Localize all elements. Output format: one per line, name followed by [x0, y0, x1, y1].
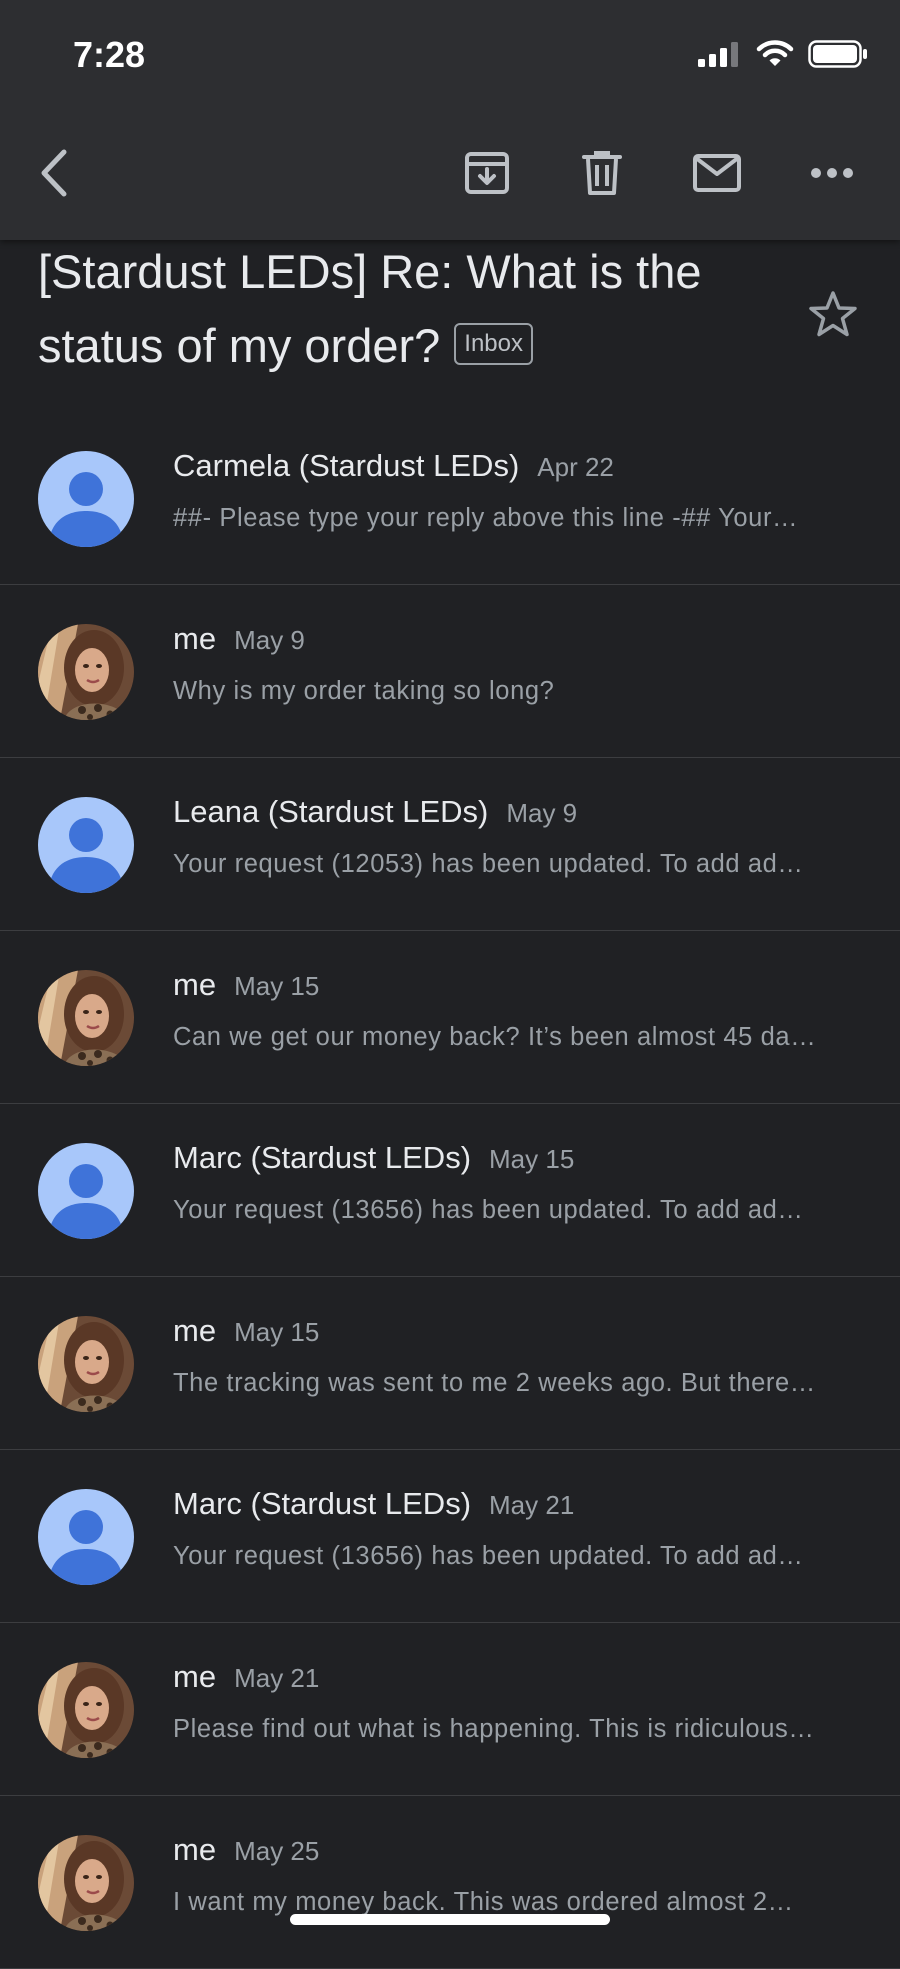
- wifi-icon: [756, 40, 794, 66]
- message-snippet: The tracking was sent to me 2 weeks ago.…: [173, 1369, 816, 1397]
- status-icons: [698, 40, 868, 68]
- default-avatar-icon: [38, 451, 134, 547]
- user-avatar: [38, 624, 134, 720]
- inbox-label-chip[interactable]: Inbox: [454, 322, 533, 365]
- message-snippet: Your request (13656) has been updated. T…: [173, 1542, 804, 1570]
- message-snippet: Your request (13656) has been updated. T…: [173, 1196, 804, 1224]
- message-snippet: Please find out what is happening. This …: [173, 1715, 815, 1743]
- message-item[interactable]: Marc (Stardust LEDs) May 21 Your request (…: [0, 1450, 900, 1623]
- message-header: Marc (Stardust LEDs) May 15: [173, 1140, 574, 1176]
- star-icon: [809, 291, 857, 337]
- default-avatar-icon: [38, 1143, 134, 1239]
- top-app-bar: 7:28: [0, 0, 900, 240]
- subject-line-1: [Stardust LEDs] Re: What is the: [38, 245, 702, 298]
- message-date: May 15: [234, 1317, 320, 1347]
- message-header: me May 15: [173, 1313, 319, 1349]
- message-date: May 9: [234, 625, 305, 655]
- back-button[interactable]: [24, 148, 84, 198]
- message-item[interactable]: me May 21 Please find out what is happenin…: [0, 1623, 900, 1796]
- message-date: May 25: [234, 1836, 320, 1866]
- message-date: Apr 22: [537, 452, 614, 482]
- message-date: May 21: [234, 1663, 320, 1693]
- more-options-button[interactable]: [802, 148, 862, 198]
- sender-name: me: [173, 967, 217, 1002]
- sender-name: Carmela (Stardust LEDs): [173, 448, 520, 483]
- sender-name: me: [173, 1832, 217, 1867]
- message-item[interactable]: me May 25 I want my money back. This was o…: [0, 1796, 900, 1969]
- trash-icon: [582, 151, 622, 195]
- message-header: me May 21: [173, 1659, 319, 1695]
- email-subject: [Stardust LEDs] Re: What is the status o…: [38, 235, 798, 383]
- star-button[interactable]: [808, 290, 858, 343]
- message-header: Marc (Stardust LEDs) May 21: [173, 1486, 574, 1522]
- message-snippet: ##- Please type your reply above this li…: [173, 504, 799, 532]
- sender-name: Marc (Stardust LEDs): [173, 1486, 472, 1521]
- mark-unread-button[interactable]: [687, 148, 747, 198]
- message-item[interactable]: Carmela (Stardust LEDs) Apr 22 ##- Please …: [0, 412, 900, 585]
- message-snippet: Can we get our money back? It’s been alm…: [173, 1023, 817, 1051]
- sender-name: Leana (Stardust LEDs): [173, 794, 489, 829]
- message-snippet: Why is my order taking so long?: [173, 677, 555, 705]
- archive-button[interactable]: [457, 148, 517, 198]
- subject-line-2: status of my order? Inbox: [38, 309, 798, 383]
- message-thread: Carmela (Stardust LEDs) Apr 22 ##- Please …: [0, 412, 900, 1969]
- message-item[interactable]: me May 15 Can we get our money back? It’s …: [0, 931, 900, 1104]
- user-avatar: [38, 970, 134, 1066]
- message-item[interactable]: me May 15 The tracking was sent to me 2 we…: [0, 1277, 900, 1450]
- status-time: 7:28: [73, 34, 146, 75]
- sender-name: me: [173, 1659, 217, 1694]
- battery-icon: [808, 40, 867, 68]
- message-header: me May 25: [173, 1832, 319, 1868]
- message-snippet: Your request (12053) has been updated. T…: [173, 850, 804, 878]
- message-header: me May 9: [173, 621, 305, 657]
- archive-icon: [465, 152, 509, 194]
- more-horizontal-icon: [811, 168, 853, 178]
- chevron-left-icon: [41, 149, 67, 197]
- sender-name: me: [173, 621, 217, 656]
- message-date: May 9: [506, 798, 578, 828]
- home-indicator[interactable]: [290, 1914, 610, 1925]
- default-avatar-icon: [38, 1489, 134, 1585]
- delete-button[interactable]: [572, 148, 632, 198]
- subject-line-2-text: status of my order?: [38, 319, 441, 372]
- user-avatar: [38, 1835, 134, 1931]
- sender-name: me: [173, 1313, 217, 1348]
- message-date: May 15: [234, 971, 320, 1001]
- message-header: Leana (Stardust LEDs) May 9: [173, 794, 577, 830]
- mail-icon: [693, 154, 741, 192]
- sender-name: Marc (Stardust LEDs): [173, 1140, 472, 1175]
- default-avatar-icon: [38, 797, 134, 893]
- user-avatar: [38, 1662, 134, 1758]
- message-item[interactable]: Marc (Stardust LEDs) May 15 Your request (…: [0, 1104, 900, 1277]
- message-item[interactable]: Leana (Stardust LEDs) May 9 Your request (…: [0, 758, 900, 931]
- message-header: Carmela (Stardust LEDs) Apr 22: [173, 448, 614, 484]
- user-avatar: [38, 1316, 134, 1412]
- message-date: May 15: [489, 1144, 575, 1174]
- message-item[interactable]: me May 9 Why is my order taking so long?: [0, 585, 900, 758]
- cellular-signal-icon: [698, 42, 738, 67]
- message-header: me May 15: [173, 967, 319, 1003]
- message-snippet: I want my money back. This was ordered a…: [173, 1888, 794, 1916]
- message-date: May 21: [489, 1490, 575, 1520]
